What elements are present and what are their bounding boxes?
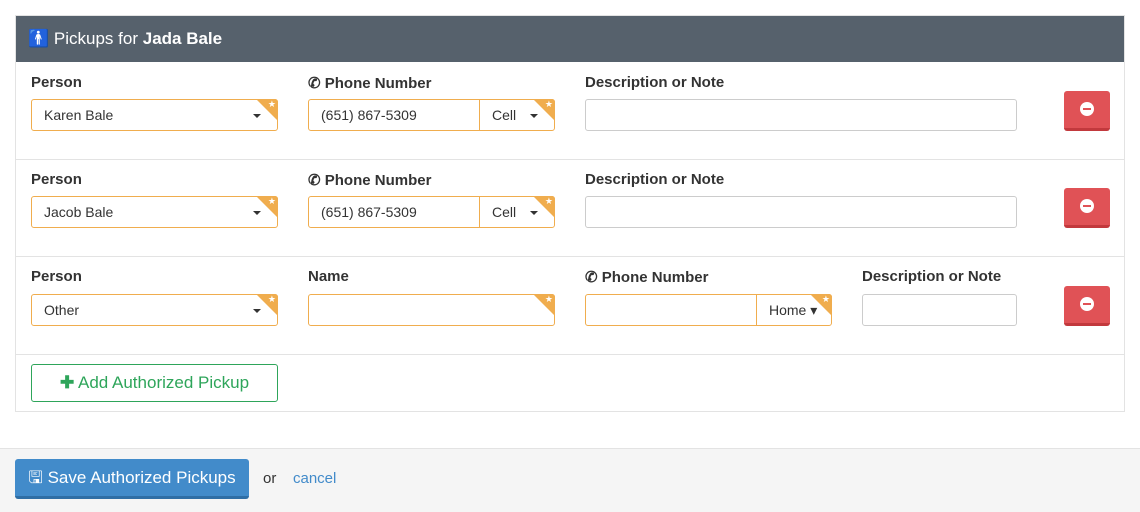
add-pickup-button[interactable]: ✚ Add Authorized Pickup <box>31 364 278 402</box>
save-icon: 🖫 <box>28 468 43 487</box>
plus-icon: ✚ <box>59 373 75 392</box>
person-select[interactable]: Other <box>31 294 278 326</box>
description-input[interactable] <box>585 99 1017 131</box>
phone-label: ✆ Phone Number <box>308 172 432 189</box>
remove-button[interactable] <box>1064 286 1110 326</box>
person-select[interactable]: Karen Bale <box>31 99 278 131</box>
name-input[interactable] <box>308 294 555 326</box>
panel-header: 🚹 Pickups for Jada Bale <box>16 16 1124 62</box>
footer: 🖫 Save Authorized Pickups or cancel <box>0 448 1140 512</box>
pickup-row: Person Karen Bale ✆ Phone Number (651) 8… <box>16 62 1124 160</box>
cancel-link[interactable]: cancel <box>293 470 336 487</box>
pickups-panel: 🚹 Pickups for Jada Bale Person Karen Bal… <box>15 15 1125 412</box>
phone-label: ✆ Phone Number <box>308 75 432 92</box>
save-button[interactable]: 🖫 Save Authorized Pickups <box>15 459 249 499</box>
remove-button[interactable] <box>1064 188 1110 228</box>
pickup-row: Person Other Name ✆ Phone Number Home ▾ … <box>16 256 1124 355</box>
remove-button[interactable] <box>1064 91 1110 131</box>
phone-input[interactable]: (651) 867-5309 Cell <box>308 99 555 131</box>
phone-input[interactable]: Home ▾ <box>585 294 832 326</box>
person-icon: 🚹 <box>28 29 50 48</box>
description-input[interactable] <box>862 294 1017 326</box>
phone-label: ✆ Phone Number <box>585 269 709 286</box>
description-input[interactable] <box>585 196 1017 228</box>
person-select[interactable]: Jacob Bale <box>31 196 278 228</box>
pickup-row: Person Jacob Bale ✆ Phone Number (651) 8… <box>16 159 1124 257</box>
phone-input[interactable]: (651) 867-5309 Cell <box>308 196 555 228</box>
